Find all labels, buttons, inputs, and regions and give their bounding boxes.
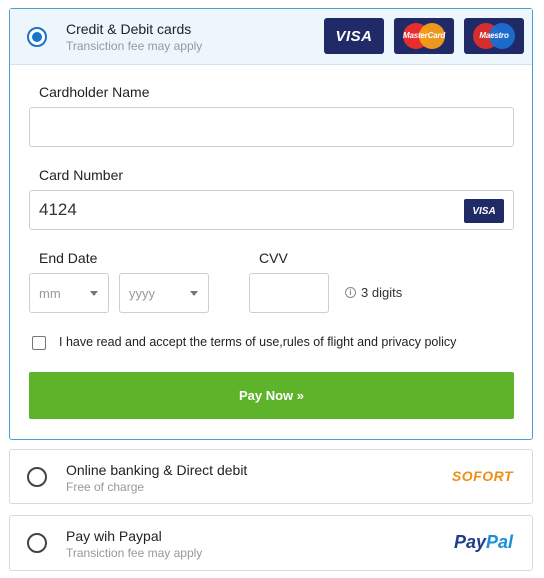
cvv-label: CVV xyxy=(259,250,288,266)
bank-option-title: Online banking & Direct debit xyxy=(66,462,248,478)
month-select-value: mm xyxy=(39,286,61,301)
year-select[interactable]: yyyy xyxy=(119,273,209,313)
mastercard-logo: MasterCard xyxy=(394,18,454,54)
pay-now-button[interactable]: Pay Now » xyxy=(29,372,514,419)
radio-empty-icon[interactable] xyxy=(27,467,47,487)
cvv-hint-text: 3 digits xyxy=(361,285,403,300)
visa-logo-text: VISA xyxy=(335,27,373,45)
card-number-value: 4124 xyxy=(39,200,77,219)
paypal-logo-part1: Pay xyxy=(453,532,486,552)
card-number-label: Card Number xyxy=(39,167,124,183)
cvv-hint: i 3 digits xyxy=(345,285,402,300)
year-select-value: yyyy xyxy=(129,286,155,301)
card-brand-visa-icon: VISA xyxy=(464,199,504,223)
paypal-logo: PayPal xyxy=(454,532,513,553)
info-icon: i xyxy=(345,287,356,298)
radio-empty-icon[interactable] xyxy=(27,533,47,553)
card-option-subtitle: Transiction fee may apply xyxy=(66,39,203,53)
bank-option-subtitle: Free of charge xyxy=(66,480,145,494)
cvv-input[interactable] xyxy=(249,273,329,313)
mastercard-logo-text: MasterCard xyxy=(402,31,446,40)
bank-payment-option[interactable]: Online banking & Direct debit Free of ch… xyxy=(9,449,533,504)
paypal-payment-option[interactable]: Pay wih Paypal Transiction fee may apply… xyxy=(9,515,533,571)
terms-checkbox[interactable] xyxy=(32,336,46,350)
paypal-option-subtitle: Transiction fee may apply xyxy=(66,546,203,560)
chevron-down-icon xyxy=(90,291,98,296)
chevron-down-icon xyxy=(190,291,198,296)
card-payment-option: Credit & Debit cards Transiction fee may… xyxy=(9,8,533,440)
month-select[interactable]: mm xyxy=(29,273,109,313)
cardholder-name-label: Cardholder Name xyxy=(39,84,150,100)
card-option-title: Credit & Debit cards xyxy=(66,21,192,37)
visa-logo: VISA xyxy=(324,18,384,54)
cardholder-name-input[interactable] xyxy=(29,107,514,147)
paypal-logo-part2: Pal xyxy=(485,532,513,552)
card-number-input[interactable]: 4124 VISA xyxy=(29,190,514,230)
card-option-header[interactable]: Credit & Debit cards Transiction fee may… xyxy=(10,9,532,65)
maestro-logo-text: Maestro xyxy=(479,31,509,40)
paypal-option-title: Pay wih Paypal xyxy=(66,528,162,544)
terms-text: I have read and accept the terms of use,… xyxy=(59,335,457,349)
sofort-logo: SOFORT xyxy=(451,468,513,484)
end-date-label: End Date xyxy=(39,250,98,266)
radio-selected-icon[interactable] xyxy=(27,27,47,47)
maestro-logo: Maestro xyxy=(464,18,524,54)
